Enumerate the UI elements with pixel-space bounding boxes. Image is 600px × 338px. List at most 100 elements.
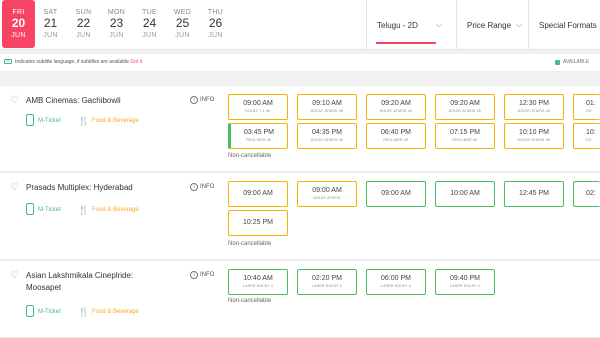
date-month: JUN [109, 32, 124, 39]
showtime-format: RECLINER 4K [383, 138, 409, 142]
info-label[interactable]: INFO [200, 184, 214, 190]
showtime-time: 04:35 PM [312, 129, 342, 136]
food-beverage-label: Food & Beverage [92, 309, 139, 315]
showtime-time: 09:20 AM [450, 100, 480, 107]
showtime-button[interactable]: 09:10 AM DOLBY ATMOS 4K [297, 94, 357, 120]
showtime-button[interactable]: 09:20 AM DOLBY ATMOS 4K [435, 94, 495, 120]
showtime-format: DOLBY ATMOS 4K [310, 138, 344, 142]
food-icon: 🍴 [78, 205, 90, 215]
date-day: 25 [175, 16, 190, 30]
date-day: 23 [109, 16, 124, 30]
venue-name[interactable]: Prasads Multiplex: Hyderabad [26, 182, 156, 194]
showtime-format: RECLINER 4K [452, 138, 478, 142]
showtime-button[interactable]: 07:15 PM RECLINER 4K [435, 123, 495, 149]
info-icon[interactable]: i [190, 96, 198, 104]
subtitle-message: Indicates subtitle language, if subtitle… [15, 59, 142, 65]
showtime-format: DOLBY 7.1 4K [245, 109, 271, 113]
venue-name[interactable]: AMB Cinemas: Gachibowli [26, 95, 156, 107]
date-fri-20[interactable]: FRI 20 JUN [2, 0, 35, 48]
showtime-format: DOLBY ATMOS 4K [310, 109, 344, 113]
showtime-format: DO [586, 138, 592, 142]
price-range-filter[interactable]: Price Range ⌵ [456, 0, 528, 50]
date-month: JUN [175, 32, 190, 39]
date-month: JUN [208, 32, 223, 39]
date-dow: MON [107, 9, 126, 16]
showtime-format: DOLBY ATMOS 4K [517, 109, 551, 113]
showtime-button[interactable]: 09:00 AM DOLBY ATMOS [297, 181, 357, 207]
subtitle-info-bar: CC Indicates subtitle language, if subti… [0, 54, 600, 72]
showtime-button[interactable]: 09:40 PM LASER DOLBY 4 [435, 269, 495, 295]
info-label[interactable]: INFO [200, 272, 214, 278]
date-month: JUN [11, 32, 26, 39]
showtime-time: 09:00 AM [381, 190, 411, 197]
food-beverage-label: Food & Beverage [92, 207, 139, 213]
date-tue-24[interactable]: TUE 24 JUN [133, 0, 166, 48]
showtime-time: 06:40 PM [381, 129, 411, 136]
showtime-button[interactable]: 12:30 PM DOLBY ATMOS 4K [504, 94, 564, 120]
showtime-button[interactable]: 09:00 AM [228, 181, 288, 207]
showtime-time: 09:00 AM [243, 190, 273, 197]
showtime-format: RECLINER 4K [246, 138, 272, 142]
showtime-format: DOLBY ATMOS [313, 196, 341, 200]
date-sun-22[interactable]: SUN 22 JUN [67, 0, 100, 48]
showtime-time: 12:30 PM [519, 100, 549, 107]
showtime-button[interactable]: 03:45 PM RECLINER 4K [228, 123, 288, 149]
showtime-button[interactable]: 09:20 AM DOLBY ATMOS 4K [366, 94, 426, 120]
date-day: 21 [43, 16, 58, 30]
showtime-button[interactable]: 04:35 PM DOLBY ATMOS 4K [297, 123, 357, 149]
showtime-button[interactable]: 10:10 PM DOLBY ATMOS 4K [504, 123, 564, 149]
food-icon: 🍴 [78, 116, 90, 126]
mticket-label: M-Ticket [38, 309, 61, 315]
showtime-button[interactable]: 10: DO [573, 123, 600, 149]
showtime-button[interactable]: 09:00 AM [366, 181, 426, 207]
date-sat-21[interactable]: SAT 21 JUN [34, 0, 67, 48]
showtime-button[interactable]: 10:25 PM [228, 210, 288, 236]
info-label[interactable]: INFO [200, 97, 214, 103]
showtime-time: 09:00 AM [312, 187, 342, 194]
date-day: 26 [208, 16, 223, 30]
showtime-button[interactable]: 06:00 PM LASER DOLBY 4 [366, 269, 426, 295]
showtime-button[interactable]: 02: [573, 181, 600, 207]
special-formats-filter[interactable]: Special Formats [528, 0, 600, 50]
phone-icon [26, 203, 34, 215]
showtime-time: 09:40 PM [450, 275, 480, 282]
price-range-label: Price Range [467, 20, 512, 30]
date-month: JUN [142, 32, 157, 39]
showtime-button[interactable]: 10:00 AM [435, 181, 495, 207]
date-wed-25[interactable]: WED 25 JUN [166, 0, 199, 48]
showtime-button[interactable]: 01: DO [573, 94, 600, 120]
showtime-button[interactable]: 06:40 PM RECLINER 4K [366, 123, 426, 149]
showtime-time: 09:00 AM [243, 100, 273, 107]
showtime-format: DOLBY ATMOS 4K [379, 109, 413, 113]
info-icon[interactable]: i [190, 271, 198, 279]
showtime-time: 10:10 PM [519, 129, 549, 136]
showtime-time: 02:20 PM [312, 275, 342, 282]
date-day: 24 [142, 16, 157, 30]
date-mon-23[interactable]: MON 23 JUN [100, 0, 133, 48]
showtime-time: 12:45 PM [519, 190, 549, 197]
date-month: JUN [76, 32, 91, 39]
mticket-label: M-Ticket [38, 118, 61, 124]
info-icon[interactable]: i [190, 183, 198, 191]
heart-icon[interactable]: ♡ [10, 271, 20, 281]
showtime-time: 03:45 PM [244, 129, 274, 136]
chevron-down-icon: ⌵ [435, 20, 442, 29]
date-thu-26[interactable]: THU 26 JUN [199, 0, 232, 48]
available-legend-icon [555, 60, 560, 65]
venue-name[interactable]: Asian Lakshmikala Cineplride: Moosapet [26, 270, 146, 294]
heart-icon[interactable]: ♡ [10, 96, 20, 106]
showtime-button[interactable]: 09:00 AM DOLBY 7.1 4K [228, 94, 288, 120]
showtime-format: LASER DOLBY 4 [450, 284, 480, 288]
showtime-format: LASER DOLBY 4 [381, 284, 411, 288]
showtime-button[interactable]: 12:45 PM [504, 181, 564, 207]
heart-icon[interactable]: ♡ [10, 183, 20, 193]
date-day: 20 [11, 16, 26, 30]
cancellation-note: Non-cancellable [228, 241, 272, 247]
subtitle-message-text: Indicates subtitle language, if subtitle… [15, 59, 129, 65]
showtime-button[interactable]: 10:40 AM LASER DOLBY 4 [228, 269, 288, 295]
showtime-time: 10:40 AM [243, 275, 273, 282]
got-it-link[interactable]: Got it [130, 59, 142, 65]
showtime-button[interactable]: 02:20 PM LASER DOLBY 4 [297, 269, 357, 295]
showtime-format: LASER DOLBY 4 [312, 284, 342, 288]
date-dow: WED [173, 9, 192, 16]
